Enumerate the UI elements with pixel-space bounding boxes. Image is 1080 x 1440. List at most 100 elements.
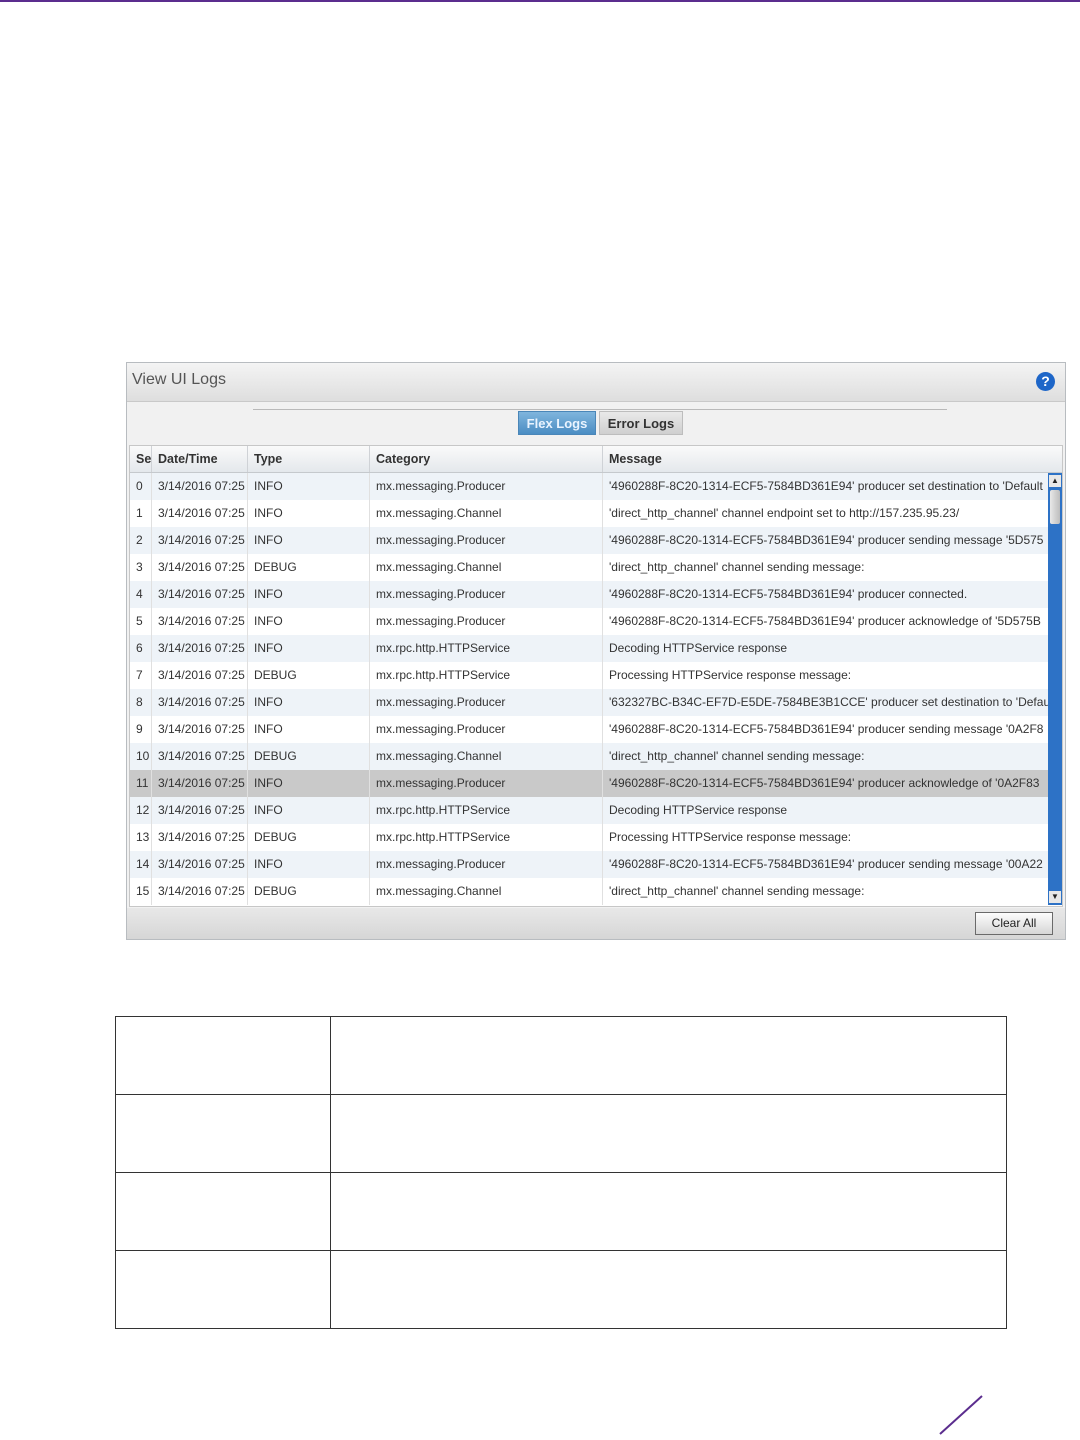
cell-seq: 0 bbox=[130, 473, 152, 500]
cell-message: 'direct_http_channel' channel endpoint s… bbox=[609, 506, 960, 520]
table-row[interactable]: 2 3/14/2016 07:25 INFO mx.messaging.Produce… bbox=[130, 527, 1048, 554]
table-cell bbox=[330, 1016, 1007, 1095]
cell-seq: 3 bbox=[130, 554, 152, 581]
scroll-down-arrow-icon[interactable]: ▼ bbox=[1049, 891, 1061, 903]
table-row[interactable]: 0 3/14/2016 07:25 INFO mx.messaging.Produce… bbox=[130, 473, 1048, 500]
panel-header: View UI Logs ? bbox=[127, 363, 1065, 402]
scroll-thumb[interactable] bbox=[1050, 490, 1060, 524]
table-cell bbox=[330, 1172, 1007, 1251]
vertical-scrollbar[interactable]: ▲ ▼ bbox=[1048, 473, 1062, 905]
cell-datetime: 3/14/2016 07:25 bbox=[152, 473, 248, 500]
cell-type: INFO bbox=[248, 797, 370, 824]
table-cell bbox=[115, 1094, 331, 1173]
cell-category: mx.messaging.Channel bbox=[370, 500, 603, 527]
table-row[interactable]: 14 3/14/2016 07:25 INFO mx.messaging.Produc… bbox=[130, 851, 1048, 878]
column-header-category[interactable]: Category bbox=[370, 446, 603, 472]
table-row bbox=[115, 1172, 1007, 1251]
cell-message: '632327BC-B34C-EF7D-E5DE-7584BE3B1CCE' p… bbox=[609, 695, 1048, 709]
table-row[interactable]: 15 3/14/2016 07:25 DEBUG mx.messaging.Chann… bbox=[130, 878, 1048, 905]
cell-type: INFO bbox=[248, 527, 370, 554]
tab-flex-logs[interactable]: Flex Logs bbox=[518, 411, 596, 435]
cell-category: mx.messaging.Producer bbox=[370, 716, 603, 743]
cell-datetime: 3/14/2016 07:25 bbox=[152, 554, 248, 581]
cell-category: mx.messaging.Producer bbox=[370, 473, 603, 500]
column-header-type[interactable]: Type bbox=[248, 446, 370, 472]
cell-type: INFO bbox=[248, 689, 370, 716]
cell-message: '4960288F-8C20-1314-ECF5-7584BD361E94' p… bbox=[609, 857, 1043, 871]
corner-slash-decoration bbox=[939, 1395, 983, 1435]
top-rule bbox=[0, 0, 1080, 2]
cell-datetime: 3/14/2016 07:25 bbox=[152, 527, 248, 554]
column-header-datetime[interactable]: Date/Time bbox=[152, 446, 248, 472]
cell-category: mx.messaging.Channel bbox=[370, 554, 603, 581]
cell-seq: 5 bbox=[130, 608, 152, 635]
cell-datetime: 3/14/2016 07:25 bbox=[152, 608, 248, 635]
table-row[interactable]: 12 3/14/2016 07:25 INFO mx.rpc.http.HTTPSer… bbox=[130, 797, 1048, 824]
cell-message: Processing HTTPService response message: bbox=[609, 668, 852, 682]
table-row[interactable]: 5 3/14/2016 07:25 INFO mx.messaging.Produce… bbox=[130, 608, 1048, 635]
table-row bbox=[115, 1016, 1007, 1095]
cell-category: mx.messaging.Channel bbox=[370, 743, 603, 770]
cell-seq: 14 bbox=[130, 851, 152, 878]
cell-type: DEBUG bbox=[248, 824, 370, 851]
cell-seq: 6 bbox=[130, 635, 152, 662]
cell-seq: 7 bbox=[130, 662, 152, 689]
panel-title: View UI Logs bbox=[132, 371, 226, 388]
table-row[interactable]: 11 3/14/2016 07:25 INFO mx.messaging.Produc… bbox=[130, 770, 1048, 797]
table-row[interactable]: 6 3/14/2016 07:25 INFO mx.rpc.http.HTTPServ… bbox=[130, 635, 1048, 662]
clear-all-button[interactable]: Clear All bbox=[975, 912, 1053, 935]
scroll-up-arrow-icon[interactable]: ▲ bbox=[1049, 475, 1061, 487]
cell-category: mx.messaging.Producer bbox=[370, 770, 603, 797]
cell-category: mx.messaging.Producer bbox=[370, 608, 603, 635]
table-cell bbox=[115, 1172, 331, 1251]
table-row[interactable]: 4 3/14/2016 07:25 INFO mx.messaging.Produce… bbox=[130, 581, 1048, 608]
cell-type: DEBUG bbox=[248, 878, 370, 905]
table-row[interactable]: 3 3/14/2016 07:25 DEBUG mx.messaging.Channe… bbox=[130, 554, 1048, 581]
table-row[interactable]: 7 3/14/2016 07:25 DEBUG mx.rpc.http.HTTPSer… bbox=[130, 662, 1048, 689]
cell-seq: 4 bbox=[130, 581, 152, 608]
cell-datetime: 3/14/2016 07:25 bbox=[152, 500, 248, 527]
cell-datetime: 3/14/2016 07:25 bbox=[152, 689, 248, 716]
table-row[interactable]: 1 3/14/2016 07:25 INFO mx.messaging.Channel… bbox=[130, 500, 1048, 527]
help-icon[interactable]: ? bbox=[1036, 372, 1055, 391]
cell-seq: 2 bbox=[130, 527, 152, 554]
cell-seq: 9 bbox=[130, 716, 152, 743]
cell-message: Processing HTTPService response message: bbox=[609, 830, 852, 844]
cell-category: mx.messaging.Producer bbox=[370, 581, 603, 608]
panel-footer: Clear All bbox=[127, 908, 1065, 939]
grid-rows: 0 3/14/2016 07:25 INFO mx.messaging.Produce… bbox=[130, 473, 1048, 905]
cell-type: INFO bbox=[248, 770, 370, 797]
cell-message: Decoding HTTPService response bbox=[609, 803, 788, 817]
table-row[interactable]: 9 3/14/2016 07:25 INFO mx.messaging.Produce… bbox=[130, 716, 1048, 743]
table-row bbox=[115, 1250, 1007, 1329]
grid-header: Se Date/Time Type Category Message bbox=[130, 446, 1062, 473]
logs-grid: Se Date/Time Type Category Message 0 3/14… bbox=[129, 445, 1063, 907]
cell-category: mx.rpc.http.HTTPService bbox=[370, 824, 603, 851]
cell-type: INFO bbox=[248, 581, 370, 608]
tab-error-logs[interactable]: Error Logs bbox=[599, 411, 683, 435]
cell-message: '4960288F-8C20-1314-ECF5-7584BD361E94' p… bbox=[609, 722, 1044, 736]
cell-type: INFO bbox=[248, 608, 370, 635]
cell-datetime: 3/14/2016 07:25 bbox=[152, 581, 248, 608]
cell-message: Decoding HTTPService response bbox=[609, 641, 788, 655]
table-cell bbox=[115, 1016, 331, 1095]
cell-message: 'direct_http_channel' channel sending me… bbox=[609, 884, 865, 898]
column-header-message[interactable]: Message bbox=[603, 446, 1048, 472]
cell-datetime: 3/14/2016 07:25 bbox=[152, 662, 248, 689]
table-row[interactable]: 8 3/14/2016 07:25 INFO mx.messaging.Produce… bbox=[130, 689, 1048, 716]
table-cell bbox=[115, 1250, 331, 1329]
cell-seq: 10 bbox=[130, 743, 152, 770]
cell-type: INFO bbox=[248, 716, 370, 743]
cell-type: INFO bbox=[248, 473, 370, 500]
description-table bbox=[115, 1016, 1007, 1329]
cell-type: INFO bbox=[248, 500, 370, 527]
table-row[interactable]: 10 3/14/2016 07:25 DEBUG mx.messaging.Chann… bbox=[130, 743, 1048, 770]
table-row[interactable]: 13 3/14/2016 07:25 DEBUG mx.rpc.http.HTTPSe… bbox=[130, 824, 1048, 851]
tabs-divider bbox=[253, 409, 947, 410]
cell-datetime: 3/14/2016 07:25 bbox=[152, 743, 248, 770]
cell-category: mx.rpc.http.HTTPService bbox=[370, 635, 603, 662]
cell-datetime: 3/14/2016 07:25 bbox=[152, 851, 248, 878]
cell-datetime: 3/14/2016 07:25 bbox=[152, 716, 248, 743]
column-header-seq[interactable]: Se bbox=[130, 446, 152, 472]
cell-message: '4960288F-8C20-1314-ECF5-7584BD361E94' p… bbox=[609, 614, 1041, 628]
